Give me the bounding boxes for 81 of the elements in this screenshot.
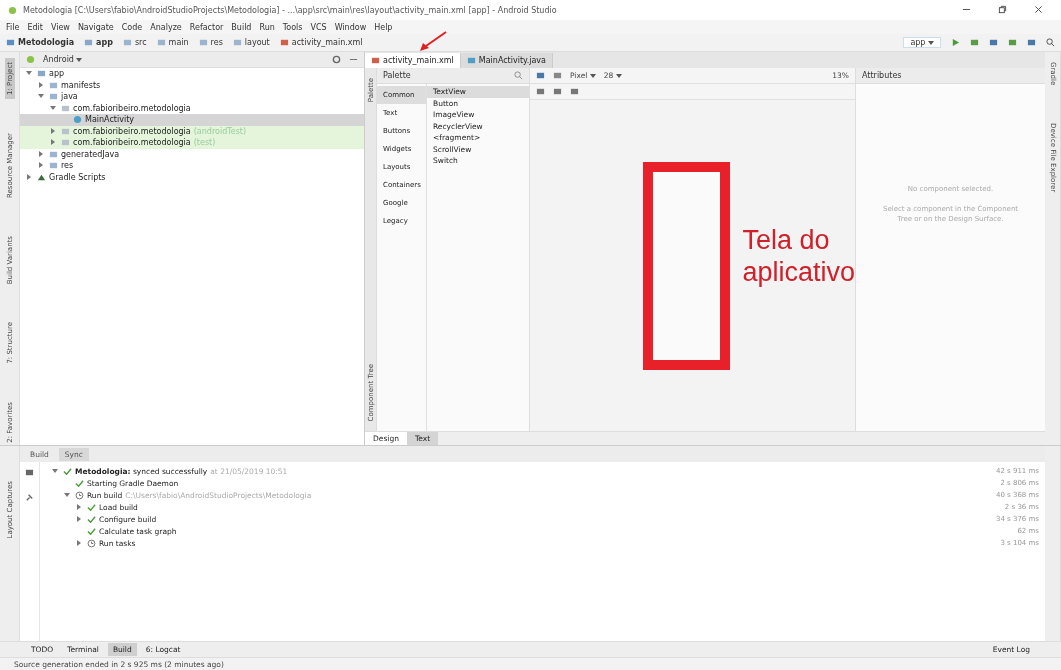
class-icon <box>73 115 82 125</box>
breadcrumb[interactable]: src <box>134 38 147 47</box>
tree-label: com.fabioribeiro.metodologia <box>73 126 191 136</box>
android-logo-icon <box>8 5 17 15</box>
menu-item[interactable]: Navigate <box>77 22 114 32</box>
palette-title: Palette <box>383 71 411 80</box>
caret-icon <box>589 74 596 78</box>
menu-item[interactable]: Tools <box>282 22 303 32</box>
menu-item[interactable]: Refactor <box>189 22 224 32</box>
annotation-text: Tela do aplicativo <box>742 223 855 288</box>
tree-item[interactable]: manifests <box>20 79 364 91</box>
menu-item[interactable]: Analyze <box>150 22 182 32</box>
caret-icon <box>76 58 83 62</box>
expand-arrow-icon[interactable] <box>76 503 82 510</box>
run-config-dropdown[interactable]: app <box>903 37 941 48</box>
menu-item[interactable]: File <box>6 22 20 32</box>
tree-note: (test) <box>193 138 216 148</box>
gradle-icon <box>37 172 46 182</box>
tree-label: manifests <box>61 80 101 90</box>
tree-label: com.fabioribeiro.metodologia <box>73 103 191 113</box>
tree-label: java <box>61 92 78 102</box>
menu-item[interactable]: VCS <box>310 22 327 32</box>
tree-label: Gradle Scripts <box>49 172 106 182</box>
editor-tab[interactable]: MainActivity.java <box>460 53 553 68</box>
project-view-dropdown[interactable]: Android <box>43 55 83 64</box>
folder-icon <box>232 38 242 47</box>
breadcrumb[interactable]: res <box>210 38 223 47</box>
layout-file-icon <box>279 38 289 47</box>
menu-item[interactable]: Help <box>374 22 393 32</box>
search-icon <box>514 71 523 80</box>
breadcrumb[interactable]: layout <box>244 38 270 47</box>
restore-icon <box>997 4 1007 14</box>
caret-icon <box>928 41 934 45</box>
menu-item[interactable]: Run <box>259 22 275 32</box>
tree-item[interactable]: Gradle Scripts <box>20 171 364 183</box>
tree-note: (androidTest) <box>193 126 247 136</box>
breadcrumb[interactable]: activity_main.xml <box>291 38 363 47</box>
folder-icon <box>122 38 132 47</box>
breadcrumb[interactable]: main <box>168 38 189 47</box>
annotation-arrow <box>418 31 448 51</box>
android-icon <box>26 55 35 64</box>
package-icon <box>61 103 70 113</box>
tree-item[interactable]: res <box>20 160 364 172</box>
expand-arrow-icon[interactable] <box>52 467 58 474</box>
menu-item[interactable]: View <box>50 22 70 32</box>
breadcrumb[interactable]: Metodologia <box>18 38 75 47</box>
settings-icon <box>332 55 341 64</box>
folder-icon <box>84 38 94 47</box>
tree-label: res <box>61 161 74 171</box>
tree-label: MainActivity <box>85 115 134 125</box>
tree-label: app <box>49 69 65 79</box>
layout-file-icon <box>371 56 380 65</box>
breadcrumb[interactable]: app <box>96 38 113 47</box>
expand-arrow-icon[interactable] <box>76 539 82 546</box>
tree-item[interactable]: com.fabioribeiro.metodologia (test) <box>20 137 364 149</box>
editor-tab[interactable]: activity_main.xml <box>365 53 461 68</box>
folder-icon <box>156 38 166 47</box>
close-icon <box>1033 4 1043 14</box>
tree-item[interactable]: generatedJava <box>20 148 364 160</box>
tree-label: com.fabioribeiro.metodologia <box>73 138 191 148</box>
attributes-title: Attributes <box>862 71 902 80</box>
clock-icon <box>87 538 96 548</box>
menu-item[interactable]: Window <box>334 22 367 32</box>
caret-icon <box>615 74 622 78</box>
class-file-icon <box>466 56 476 65</box>
search-icon <box>1046 38 1055 47</box>
pin-icon <box>25 493 34 502</box>
menu-item[interactable]: Edit <box>27 22 43 32</box>
folder-icon <box>198 38 208 47</box>
tree-item[interactable]: java <box>20 91 364 103</box>
expand-arrow-icon[interactable] <box>76 515 82 522</box>
tree-item[interactable]: app <box>20 68 364 80</box>
run-icon <box>951 38 960 47</box>
menu-item[interactable]: Code <box>121 22 143 32</box>
tree-item[interactable]: com.fabioribeiro.metodologia <box>20 102 364 114</box>
tree-item[interactable]: MainActivity <box>20 114 364 126</box>
clock-icon <box>75 490 84 500</box>
tree-label: generatedJava <box>61 149 120 159</box>
window-title: Metodologia [C:\Users\fabio\AndroidStudioProjects\Metodologia] - ...\app\src\main\res\layout\activity_main.xml [app] - Android Studio <box>23 5 558 15</box>
expand-arrow-icon[interactable] <box>64 491 70 498</box>
menu-item[interactable]: Build <box>231 22 252 32</box>
